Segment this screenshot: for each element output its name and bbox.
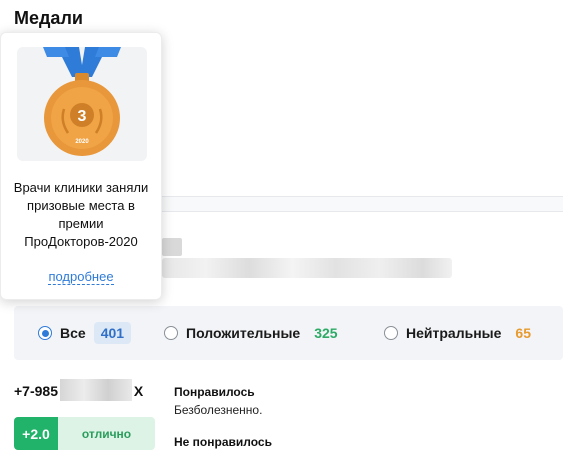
filter-neutral-count: 65 xyxy=(515,325,531,341)
filter-positive-label: Положительные xyxy=(186,325,301,341)
medal-year: 2020 xyxy=(75,139,89,145)
medal-image-box: 3 2020 xyxy=(17,47,147,161)
rating-badge: +2.0 отлично xyxy=(14,417,155,450)
filter-all-label: Все xyxy=(60,325,86,341)
liked-heading: Понравилось xyxy=(174,385,255,399)
filter-positive[interactable]: Положительные 325 xyxy=(164,306,338,360)
more-link-wrap: подробнее xyxy=(1,269,161,285)
filter-all[interactable]: Все 401 xyxy=(38,306,132,360)
medal-icon: 3 2020 xyxy=(43,47,121,156)
divider xyxy=(160,196,563,212)
radio-all[interactable] xyxy=(38,326,52,340)
filter-all-count: 401 xyxy=(93,322,132,344)
blurred-text xyxy=(162,258,452,278)
phone-prefix: +7-985 xyxy=(14,383,58,399)
review-filter-bar: Все 401 Положительные 325 Нейтральные 65 xyxy=(14,306,563,360)
phone-suffix: X xyxy=(133,383,144,399)
medal-number: 3 xyxy=(78,108,87,125)
medal-popup: 3 2020 Врачи клиники заняли призовые мес… xyxy=(0,32,162,300)
blurred-name xyxy=(162,238,182,256)
disliked-heading: Не понравилось xyxy=(174,435,272,449)
radio-positive[interactable] xyxy=(164,326,178,340)
liked-text: Безболезненно. xyxy=(174,403,263,417)
rating-label: отлично xyxy=(58,417,155,450)
medal-description: Врачи клиники заняли призовые места в пр… xyxy=(13,180,149,249)
radio-neutral[interactable] xyxy=(384,326,398,340)
section-title: Медали xyxy=(14,8,83,28)
filter-neutral-label: Нейтральные xyxy=(406,325,502,341)
phone-blurred xyxy=(60,379,132,401)
rating-score: +2.0 xyxy=(14,417,58,450)
more-link[interactable]: подробнее xyxy=(48,269,114,285)
filter-positive-count: 325 xyxy=(314,325,338,341)
filter-neutral[interactable]: Нейтральные 65 xyxy=(384,306,531,360)
